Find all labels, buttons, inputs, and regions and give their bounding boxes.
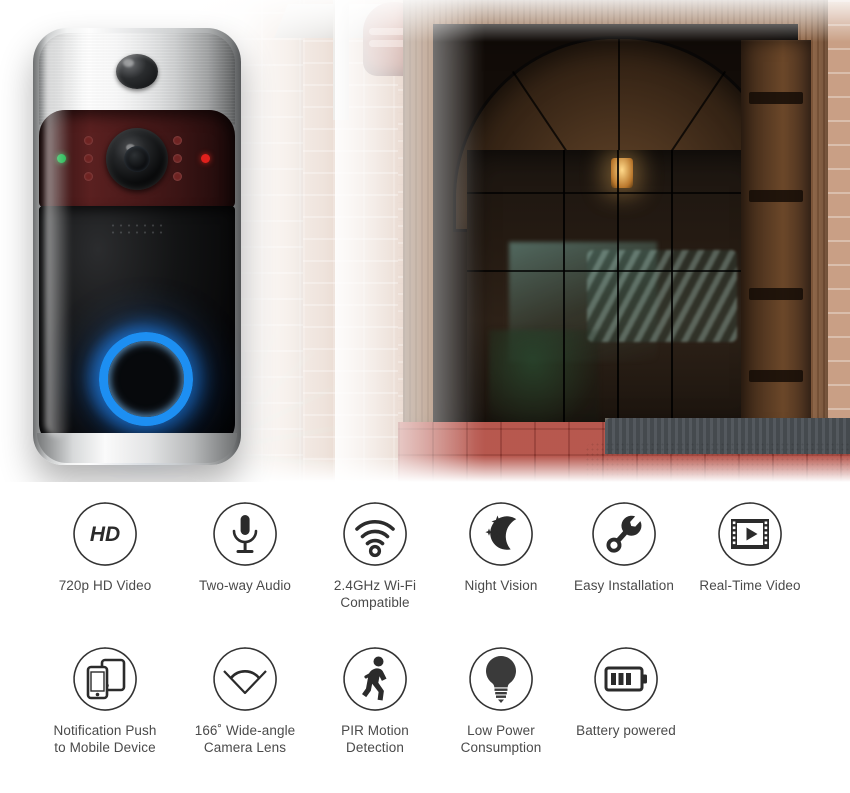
open-wooden-door-leaf [741, 40, 811, 434]
ir-led [173, 172, 182, 181]
feature-label: Easy Installation [573, 578, 674, 593]
ir-led [173, 136, 182, 145]
feature-label: Battery powered [576, 723, 676, 738]
feature-label: PIR Motion Detection [341, 723, 409, 755]
ir-led [84, 154, 93, 163]
svg-text:HD: HD [90, 523, 120, 546]
feature-item-night-vision[interactable]: Night Vision [440, 500, 562, 611]
doorbell-base-trim [37, 433, 237, 463]
hd-icon: HD [71, 500, 139, 568]
doorbell-product-image [33, 28, 241, 465]
door-hinge [749, 370, 803, 382]
feature-label: Notification Push to Mobile Device [53, 723, 157, 755]
feature-label: Low Power Consumption [460, 723, 542, 755]
entry-lamp [611, 158, 633, 188]
status-led-red [201, 154, 210, 163]
feature-item-pir-motion[interactable]: PIR Motion Detection [310, 645, 440, 756]
entrance-photo [185, 0, 850, 482]
speaker-grille [109, 222, 165, 236]
ir-led [173, 154, 182, 163]
battery-icon [592, 645, 660, 713]
ir-led [84, 172, 93, 181]
door-hinge [749, 288, 803, 300]
walking-person-icon [341, 645, 409, 713]
feature-label: 2.4GHz Wi-Fi Compatible [333, 578, 417, 610]
glass-reflection-roof-tiles [587, 250, 737, 342]
feature-item-notification[interactable]: Notification Push to Mobile Device [30, 645, 180, 756]
feature-label: Two-way Audio [198, 578, 292, 593]
feature-list: HD 720p HD Video Two-way Audio 2.4GHz Wi… [0, 482, 850, 793]
feature-item-hd[interactable]: HD 720p HD Video [30, 500, 180, 611]
camera-lens [106, 128, 168, 190]
microphone-icon [211, 500, 279, 568]
feature-row-2: Notification Push to Mobile Device 166˚ … [0, 645, 850, 756]
doorbell-ring-button[interactable] [99, 332, 193, 426]
feature-label: Real-Time Video [699, 578, 801, 593]
mobile-devices-icon [71, 645, 139, 713]
feature-item-installation[interactable]: Easy Installation [562, 500, 686, 611]
wifi-icon [341, 500, 409, 568]
door-rail [467, 270, 765, 272]
door-hinge [749, 92, 803, 104]
feature-label: 720p HD Video [58, 578, 152, 593]
door-rail [467, 192, 765, 194]
doorbell-highlight [45, 36, 71, 437]
feature-item-wifi[interactable]: 2.4GHz Wi-Fi Compatible [310, 500, 440, 611]
wide-angle-icon [211, 645, 279, 713]
feature-item-low-power[interactable]: Low Power Consumption [440, 645, 562, 756]
downspout-pipe [333, 0, 349, 120]
glass-door-panel [467, 150, 765, 434]
film-play-icon [716, 500, 784, 568]
feature-item-battery[interactable]: Battery powered [562, 645, 690, 756]
feature-label: 166˚ Wide-angle Camera Lens [194, 723, 296, 755]
moon-stars-icon [467, 500, 535, 568]
feature-item-audio[interactable]: Two-way Audio [180, 500, 310, 611]
feature-label: Night Vision [464, 578, 538, 593]
wrench-icon [590, 500, 658, 568]
ir-led [84, 136, 93, 145]
feature-row-1: HD 720p HD Video Two-way Audio 2.4GHz Wi… [0, 500, 850, 611]
feature-item-wide-angle[interactable]: 166˚ Wide-angle Camera Lens [180, 645, 310, 756]
feature-item-realtime-video[interactable]: Real-Time Video [686, 500, 814, 611]
lightbulb-icon [467, 645, 535, 713]
product-feature-page: HD 720p HD Video Two-way Audio 2.4GHz Wi… [0, 0, 850, 793]
glass-reflection-foliage [489, 330, 599, 434]
hero-banner [0, 0, 850, 482]
door-hinge [749, 190, 803, 202]
pir-sensor-dome [116, 54, 158, 89]
stone-stoop [585, 442, 850, 482]
